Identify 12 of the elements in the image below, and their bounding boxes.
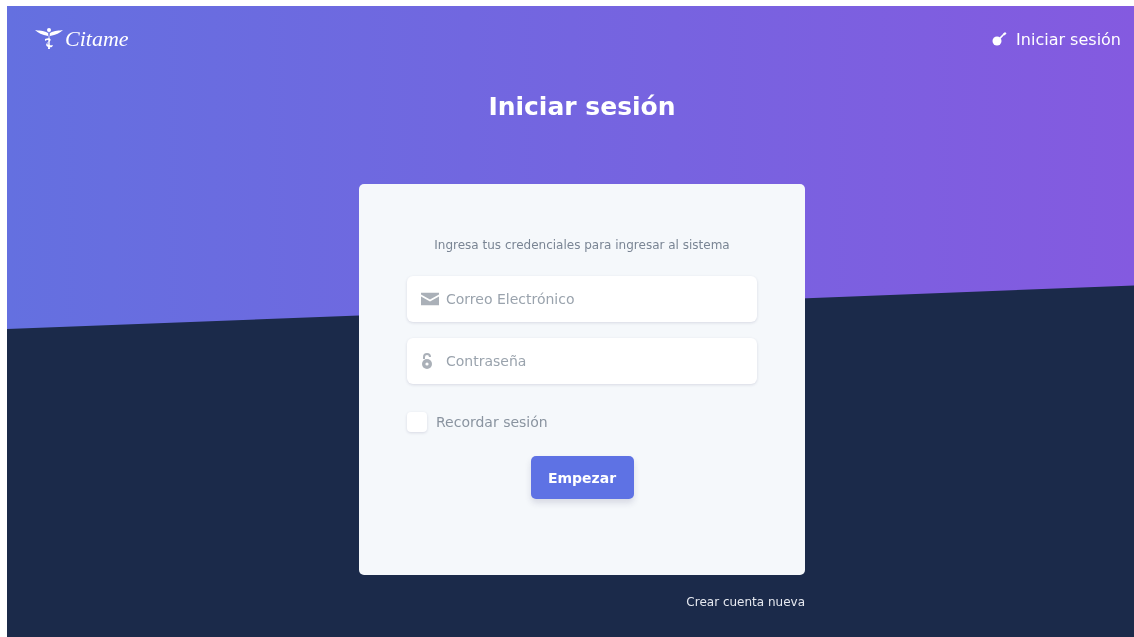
- logo[interactable]: Citame: [65, 26, 129, 52]
- remember-checkbox[interactable]: [407, 412, 427, 432]
- create-account-link[interactable]: Crear cuenta nueva: [686, 595, 805, 609]
- page-title: Iniciar sesión: [487, 92, 677, 121]
- remember-label: Recordar sesión: [436, 414, 548, 430]
- card-subtitle: Ingresa tus credenciales para ingresar al sistema: [433, 238, 731, 252]
- login-link[interactable]: Iniciar sesión: [992, 29, 1121, 49]
- caduceus-icon: [35, 27, 63, 51]
- key-icon: [992, 32, 1009, 46]
- submit-button[interactable]: Empezar: [530, 456, 634, 499]
- email-field[interactable]: Correo Electrónico: [407, 276, 757, 322]
- password-field[interactable]: Contraseña: [407, 338, 757, 384]
